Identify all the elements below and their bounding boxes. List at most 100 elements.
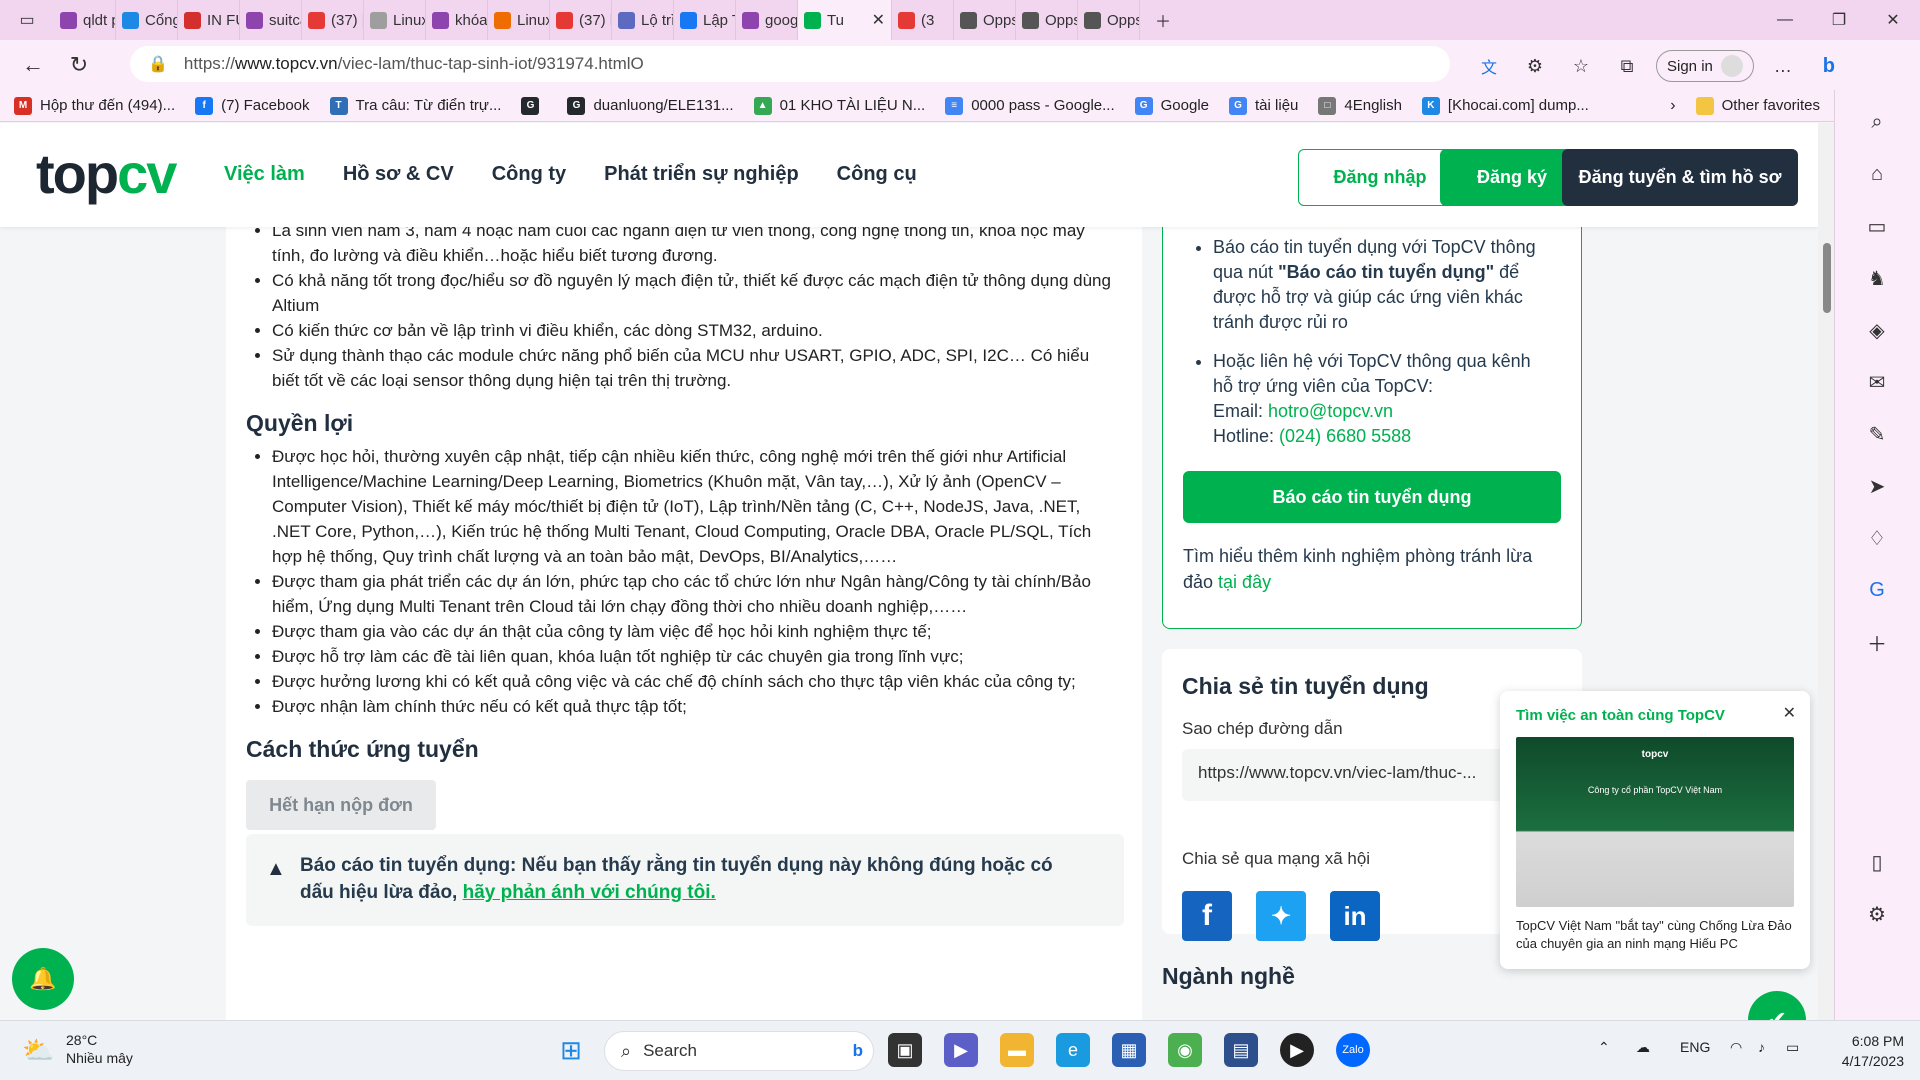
edit-icon[interactable]: ✎ xyxy=(1857,414,1897,454)
bookmark-item[interactable]: K [Khocai.com] dump... xyxy=(1421,96,1589,115)
settings-gear-icon[interactable]: ⚙ xyxy=(1857,894,1897,934)
report-job-button[interactable]: Báo cáo tin tuyển dụng xyxy=(1183,471,1561,523)
extensions-icon[interactable]: ⚙ xyxy=(1512,46,1558,86)
bookmark-item[interactable]: ▲ 01 KHO TÀI LIỆU N... xyxy=(753,96,925,115)
page-scrollbar[interactable] xyxy=(1818,123,1834,1020)
network-app-icon[interactable]: ☁ xyxy=(1636,1039,1650,1056)
browser-tab[interactable]: Linux t xyxy=(364,0,426,40)
volume-icon[interactable]: ♪ xyxy=(1758,1039,1765,1055)
browser-tab[interactable]: google xyxy=(736,0,798,40)
restore-button[interactable]: ❐ xyxy=(1812,0,1866,40)
bookmark-item[interactable]: □ 4English xyxy=(1318,96,1402,115)
report-link[interactable]: hãy phản ánh với chúng tôi. xyxy=(463,882,716,903)
scroll-thumb[interactable] xyxy=(1823,243,1831,313)
app-icon[interactable]: ◉ xyxy=(1168,1033,1202,1067)
popup-caption[interactable]: TopCV Việt Nam "bắt tay" cùng Chống Lừa … xyxy=(1516,917,1800,953)
close-tab-icon[interactable]: ✕ xyxy=(872,10,885,30)
close-icon[interactable]: ✕ xyxy=(1783,703,1796,723)
browser-tab[interactable]: Opps! xyxy=(954,0,1016,40)
bookmark-item[interactable]: M Hộp thư đến (494)... xyxy=(14,96,175,115)
tray-chevron-icon[interactable]: ⌃ xyxy=(1598,1039,1610,1056)
browser-tab[interactable]: IN FUL xyxy=(178,0,240,40)
facebook-icon[interactable]: f xyxy=(1182,891,1232,941)
url-field[interactable]: 🔒 https://www.topcv.vn/viec-lam/thuc-tap… xyxy=(130,46,1450,82)
new-tab-button[interactable]: ＋ xyxy=(1140,0,1186,40)
task-view-icon[interactable]: ▣ xyxy=(888,1033,922,1067)
twitter-icon[interactable]: ✦ xyxy=(1256,891,1306,941)
office-icon[interactable]: ◈ xyxy=(1857,310,1897,350)
tip-link[interactable]: tại đây xyxy=(1218,572,1271,592)
bookmarks-overflow-icon[interactable]: › xyxy=(1670,97,1675,115)
browser-tab[interactable]: Opps! xyxy=(1078,0,1140,40)
browser-tab[interactable]: Lộ trìn xyxy=(612,0,674,40)
nav-item[interactable]: Công cụ xyxy=(837,163,917,186)
remote-icon[interactable]: ▤ xyxy=(1224,1033,1258,1067)
browser-tab[interactable]: Linux L xyxy=(488,0,550,40)
browser-tab[interactable]: Opps! xyxy=(1016,0,1078,40)
translate-icon[interactable]: 文 xyxy=(1466,46,1512,86)
zalo-icon[interactable]: Zalo xyxy=(1336,1033,1370,1067)
bookmark-item[interactable]: G Google xyxy=(1134,96,1209,115)
file-explorer-icon[interactable]: ▬ xyxy=(1000,1033,1034,1067)
bookmark-item[interactable]: f (7) Facebook xyxy=(195,96,310,115)
start-icon[interactable]: ⊞ xyxy=(554,1033,588,1067)
browser-tab[interactable]: Lập Trì xyxy=(674,0,736,40)
translator-icon[interactable]: G xyxy=(1857,570,1897,610)
close-window-button[interactable]: ✕ xyxy=(1866,0,1920,40)
outlook-icon[interactable]: ✉ xyxy=(1857,362,1897,402)
browser-tab[interactable]: (37) [L xyxy=(302,0,364,40)
store-icon[interactable]: ▦ xyxy=(1112,1033,1146,1067)
back-button[interactable]: ← xyxy=(10,45,56,85)
briefcase-icon[interactable]: ▭ xyxy=(1857,206,1897,246)
bookmark-item[interactable]: T Tra câu: Từ điển trự... xyxy=(329,96,501,115)
browser-tab[interactable]: (3 xyxy=(892,0,954,40)
bookmark-item[interactable]: ≡ 0000 pass - Google... xyxy=(945,96,1115,115)
login-button[interactable]: Đăng nhập xyxy=(1298,149,1462,206)
nav-item[interactable]: Hồ sơ & CV xyxy=(343,163,454,186)
search-icon[interactable]: ⌕ xyxy=(1857,102,1897,142)
browser-tab[interactable]: Cổng T xyxy=(116,0,178,40)
popup-image[interactable]: topcv Công ty cổ phần TopCV Việt Nam xyxy=(1516,737,1794,907)
weather-widget[interactable]: ⛅ 28°C Nhiều mây xyxy=(22,1031,133,1067)
battery-icon[interactable]: ▭ xyxy=(1786,1039,1799,1056)
media-player-icon[interactable]: ▶ xyxy=(1280,1033,1314,1067)
browser-tab[interactable]: Tu ✕ xyxy=(798,0,892,40)
browser-tab[interactable]: (37) ha xyxy=(550,0,612,40)
bookmark-item[interactable]: Gduanluong/ELE131... xyxy=(567,96,734,115)
sign-in-button[interactable]: Sign in xyxy=(1656,50,1754,82)
shield-check-icon[interactable]: ✔ xyxy=(1748,991,1806,1020)
favorites-icon[interactable]: ☆ xyxy=(1558,46,1604,86)
nav-item[interactable]: Phát triển sự nghiệp xyxy=(604,163,799,186)
more-menu-icon[interactable]: … xyxy=(1760,46,1806,86)
language-indicator[interactable]: ENG xyxy=(1680,1039,1710,1055)
bookmark-item[interactable]: Gtài liệu xyxy=(1229,96,1298,115)
browser-tab[interactable]: suitcas xyxy=(240,0,302,40)
expired-button[interactable]: Hết hạn nộp đơn xyxy=(246,780,436,830)
hotline-link[interactable]: (024) 6680 5588 xyxy=(1279,426,1411,446)
bookmark-item[interactable]: G xyxy=(521,96,547,115)
edge-icon[interactable]: e xyxy=(1056,1033,1090,1067)
clock[interactable]: 6:08 PM 4/17/2023 xyxy=(1834,1031,1904,1071)
browser-tab[interactable]: khóa h xyxy=(426,0,488,40)
panel-icon[interactable]: ▯ xyxy=(1857,842,1897,882)
refresh-button[interactable]: ↻ xyxy=(56,45,102,85)
tab-actions-icon[interactable]: ▭ xyxy=(0,0,54,40)
collections-icon[interactable]: ⧉ xyxy=(1604,46,1650,86)
tag-icon[interactable]: ⌂ xyxy=(1857,154,1897,194)
wifi-icon[interactable]: ◠ xyxy=(1730,1039,1742,1056)
topcv-logo[interactable]: topcv xyxy=(36,141,177,206)
bell-icon[interactable]: ♢ xyxy=(1857,518,1897,558)
nav-item[interactable]: Việc làm xyxy=(224,163,305,186)
minimize-button[interactable]: — xyxy=(1758,0,1812,40)
bing-icon[interactable]: b xyxy=(1806,46,1852,86)
games-icon[interactable]: ♞ xyxy=(1857,258,1897,298)
taskbar-search[interactable]: ⌕ Search b xyxy=(604,1031,874,1071)
send-icon[interactable]: ➤ xyxy=(1857,466,1897,506)
notification-bell-icon[interactable]: 🔔 xyxy=(12,948,74,1010)
nav-item[interactable]: Công ty xyxy=(492,163,566,186)
browser-tab[interactable]: qldt pt xyxy=(54,0,116,40)
linkedin-icon[interactable]: in xyxy=(1330,891,1380,941)
teams-icon[interactable]: ▶ xyxy=(944,1033,978,1067)
employer-button[interactable]: Đăng tuyển & tìm hồ sơ xyxy=(1562,149,1798,206)
other-favorites[interactable]: Other favorites xyxy=(1695,96,1820,115)
